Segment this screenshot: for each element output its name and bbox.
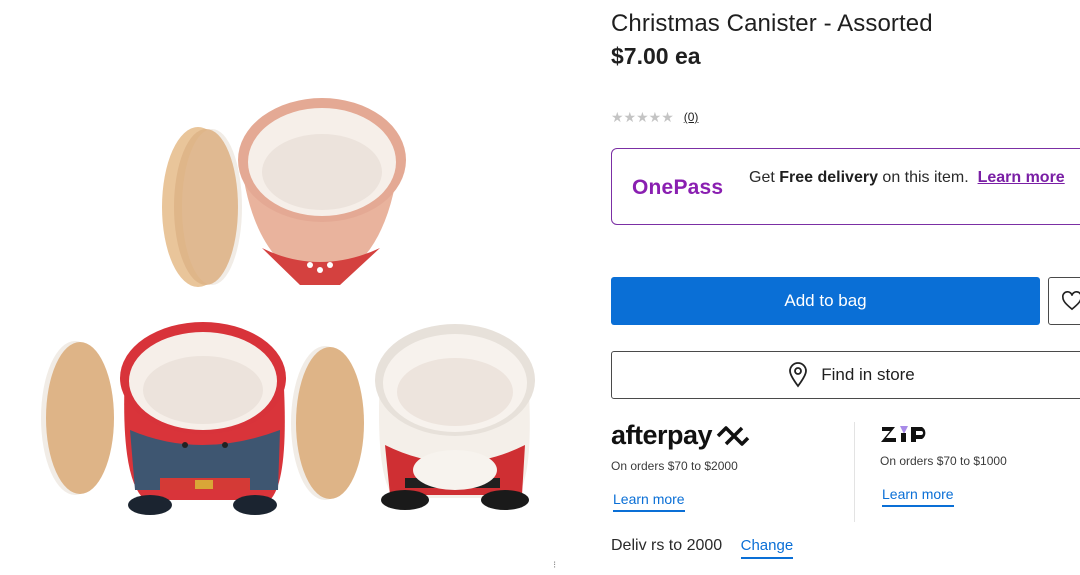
onepass-text-bold: Free delivery [779, 169, 878, 186]
zip-learn-more-link[interactable]: Learn more [882, 486, 954, 507]
zip-section: On orders $70 to $1000 Learn more [880, 424, 1080, 524]
find-in-store-label: Find in store [821, 365, 915, 384]
location-pin-icon [789, 362, 808, 388]
onepass-learn-more-link[interactable]: Learn more [978, 169, 1065, 186]
afterpay-section: afterpay On orders $70 to $2000 Learn mo… [611, 420, 851, 520]
zip-logo-mark [881, 426, 926, 442]
product-rating[interactable]: ★★★★★ (0) [611, 108, 698, 126]
product-price: $7.00 ea [611, 43, 701, 69]
afterpay-logo: afterpay [611, 420, 851, 451]
change-location-link[interactable]: Change [740, 537, 794, 559]
delivery-location: Deliv rs to 2000 Change [611, 537, 794, 559]
afterpay-learn-more-link[interactable]: Learn more [613, 491, 685, 512]
zip-note: On orders $70 to $1000 [880, 454, 1007, 468]
afterpay-logo-text: afterpay [611, 420, 713, 450]
gallery-indicator: ⁝ [553, 560, 557, 571]
zip-logo [880, 424, 1080, 444]
canister-bottom-left [41, 322, 286, 515]
payment-divider [854, 422, 855, 522]
review-count-link[interactable]: (0) [684, 108, 699, 126]
onepass-text-suffix: on this item. [877, 169, 969, 186]
find-in-store-button[interactable]: Find in store [611, 351, 1080, 399]
onepass-message: Get Free delivery on this item. Learn mo… [749, 168, 1079, 187]
heart-icon [1062, 291, 1080, 311]
product-title: Christmas Canister - Assorted [611, 10, 933, 37]
product-image-gallery[interactable]: ⁝ [0, 0, 590, 575]
rating-stars: ★★★★★ [611, 109, 674, 125]
afterpay-note: On orders $70 to $2000 [611, 459, 738, 473]
wishlist-button[interactable] [1048, 277, 1080, 325]
onepass-text-prefix: Get [749, 169, 780, 186]
canister-bottom-right [291, 324, 535, 510]
canister-top [162, 98, 406, 287]
delivery-text: Deliv rs to 2000 [611, 537, 723, 554]
product-info-panel: Christmas Canister - Assorted $7.00 ea ★… [611, 0, 1080, 575]
add-to-bag-button[interactable]: Add to bag [611, 277, 1040, 325]
onepass-banner: OnePass Get Free delivery on this item. … [611, 148, 1080, 225]
product-image [41, 98, 535, 515]
afterpay-arrows-icon [716, 425, 750, 446]
onepass-logo: OnePass [632, 176, 724, 199]
